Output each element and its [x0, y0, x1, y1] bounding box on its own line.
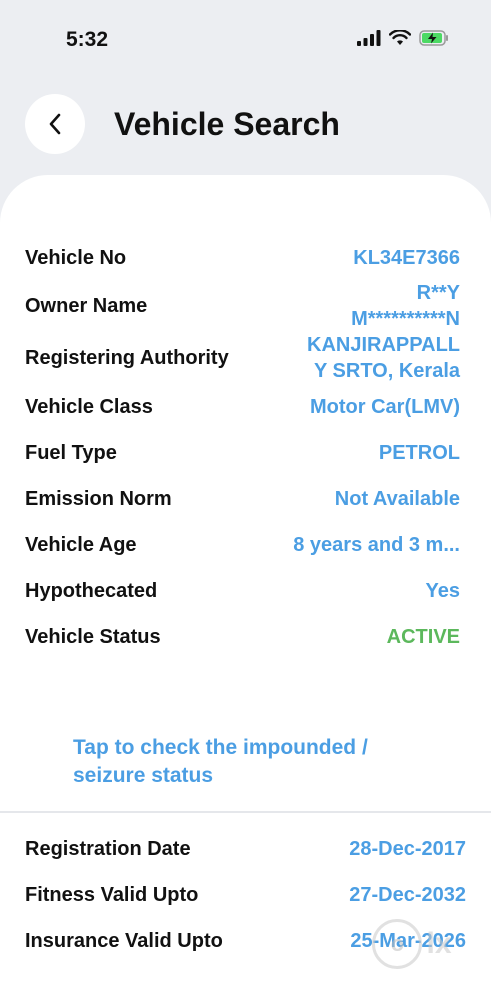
owner-name-value: R**Y M**********N: [351, 282, 460, 330]
status-icons: [357, 30, 449, 46]
hypothecated-value: Yes: [425, 580, 460, 602]
registering-authority-label: Registering Authority: [25, 346, 229, 369]
chevron-left-icon: [49, 113, 61, 135]
vehicle-status-badge: ACTIVE: [386, 626, 460, 648]
emission-norm-label: Emission Norm: [25, 487, 172, 510]
vehicle-class-label: Vehicle Class: [25, 395, 153, 418]
section-divider: [0, 811, 491, 813]
hypothecated-label: Hypothecated: [25, 579, 158, 602]
detail-row-registering-authority: Registering Authority KANJIRAPPALL Y SRT…: [25, 332, 460, 384]
vehicle-status-label: Vehicle Status: [25, 625, 161, 648]
status-time: 5:32: [66, 28, 109, 51]
detail-row-hypothecated: Hypothecated Yes: [25, 578, 460, 604]
owner-name-label: Owner Name: [25, 294, 148, 317]
fuel-type-label: Fuel Type: [25, 441, 117, 464]
vehicle-no-label: Vehicle No: [25, 246, 127, 269]
registration-date-label: Registration Date: [25, 837, 191, 860]
fitness-valid-upto-label: Fitness Valid Upto: [25, 883, 199, 906]
vehicle-age-label: Vehicle Age: [25, 533, 137, 556]
detail-row-vehicle-age: Vehicle Age 8 years and 3 m...: [25, 532, 460, 558]
registering-authority-value: KANJIRAPPALL Y SRTO, Kerala: [307, 334, 460, 382]
insurance-valid-upto-label: Insurance Valid Upto: [25, 929, 223, 952]
battery-charging-icon: [419, 30, 448, 46]
detail-row-emission-norm: Emission Norm Not Available: [25, 486, 460, 512]
impound-status-link[interactable]: Tap to check the impounded / seizure sta…: [73, 734, 433, 790]
back-button[interactable]: [25, 94, 85, 154]
detail-row-vehicle-class: Vehicle Class Motor Car(LMV): [25, 394, 460, 420]
cellular-signal-icon: [357, 30, 381, 46]
wifi-icon: [389, 30, 411, 45]
vehicle-class-value: Motor Car(LMV): [310, 396, 460, 418]
fuel-type-value: PETROL: [378, 442, 460, 464]
page-title: Vehicle Search: [114, 106, 340, 142]
status-bar: 5:32: [0, 0, 491, 80]
vehicle-age-value: 8 years and 3 m...: [293, 534, 460, 556]
registration-date-value: 28-Dec-2017: [349, 838, 466, 860]
detail-row-vehicle-status: Vehicle Status ACTIVE: [25, 624, 460, 650]
detail-row-fuel-type: Fuel Type PETROL: [25, 440, 460, 466]
olx-watermark-logo: o lx: [368, 918, 456, 970]
detail-row-fitness-valid-upto: Fitness Valid Upto 27-Dec-2032: [25, 882, 466, 908]
emission-norm-value: Not Available: [334, 488, 460, 510]
detail-row-registration-date: Registration Date 28-Dec-2017: [25, 836, 466, 862]
vehicle-no-value: KL34E7366: [353, 247, 460, 269]
detail-row-vehicle-no: Vehicle No KL34E7366: [25, 245, 460, 271]
header: Vehicle Search: [0, 90, 491, 160]
detail-row-owner-name: Owner Name R**Y M**********N: [25, 280, 460, 332]
fitness-valid-upto-value: 27-Dec-2032: [349, 884, 466, 906]
